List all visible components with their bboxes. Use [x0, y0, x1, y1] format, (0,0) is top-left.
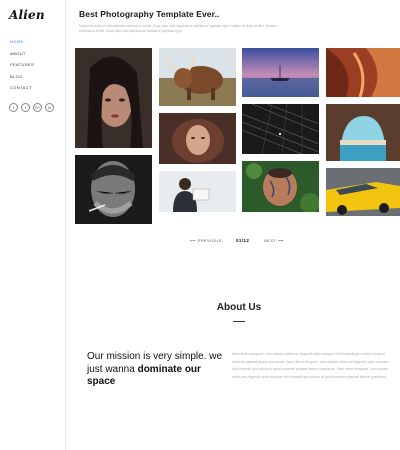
- page-title: Best Photography Template Ever..: [79, 9, 220, 19]
- sidebar: Alien HOME ABOUT FEATURES BLOG CONTACT f…: [0, 0, 66, 450]
- prev-label: PREVIOUS: [197, 238, 222, 243]
- photo-girl-portrait[interactable]: [159, 113, 236, 164]
- google-plus-icon[interactable]: G+: [33, 103, 42, 112]
- photo-tattooed-man[interactable]: [242, 161, 319, 212]
- about-divider: [233, 321, 245, 322]
- nav-item-blog[interactable]: BLOG: [10, 74, 34, 86]
- social-links: f t G+ in: [9, 103, 54, 112]
- next-link[interactable]: NEXT ⟶: [264, 238, 284, 243]
- about-paragraph: Nam libero tempore, cum soluta nobis est…: [232, 352, 389, 379]
- photo-man-reading[interactable]: [159, 171, 236, 212]
- photo-canyon-rocks[interactable]: [326, 48, 400, 97]
- about-heading: About Us: [216, 302, 262, 313]
- photo-highland-cow[interactable]: [159, 48, 236, 106]
- nav-item-features[interactable]: FEATURES: [10, 62, 34, 74]
- photo-yellow-taxi[interactable]: [326, 168, 400, 216]
- nav-item-contact[interactable]: CONTACT: [10, 85, 34, 97]
- next-label: NEXT: [264, 238, 277, 243]
- photo-old-man-smoking[interactable]: [75, 155, 152, 224]
- photo-dark-pier[interactable]: [242, 104, 319, 154]
- prev-link[interactable]: ⟵ PREVIOUS: [190, 238, 222, 243]
- page-counter: 01/12: [236, 238, 250, 243]
- photo-sea-cave[interactable]: [326, 104, 400, 161]
- mission-statement: Our mission is very simple. we just wann…: [87, 351, 227, 389]
- nav-item-about[interactable]: ABOUT: [10, 51, 34, 63]
- arrow-right-icon: ⟶: [276, 238, 284, 243]
- site-logo[interactable]: Alien: [9, 8, 45, 22]
- facebook-icon[interactable]: f: [9, 103, 18, 112]
- twitter-icon[interactable]: t: [21, 103, 30, 112]
- intro-text: Nullam id dolor id nibh ultricies vehicu…: [79, 24, 277, 33]
- arrow-left-icon: ⟵: [190, 238, 198, 243]
- photo-boat-sunset[interactable]: [242, 48, 319, 97]
- main-nav: HOME ABOUT FEATURES BLOG CONTACT: [10, 39, 34, 97]
- photo-woman-portrait[interactable]: [75, 48, 152, 148]
- nav-item-home[interactable]: HOME: [10, 39, 34, 51]
- linkedin-icon[interactable]: in: [45, 103, 54, 112]
